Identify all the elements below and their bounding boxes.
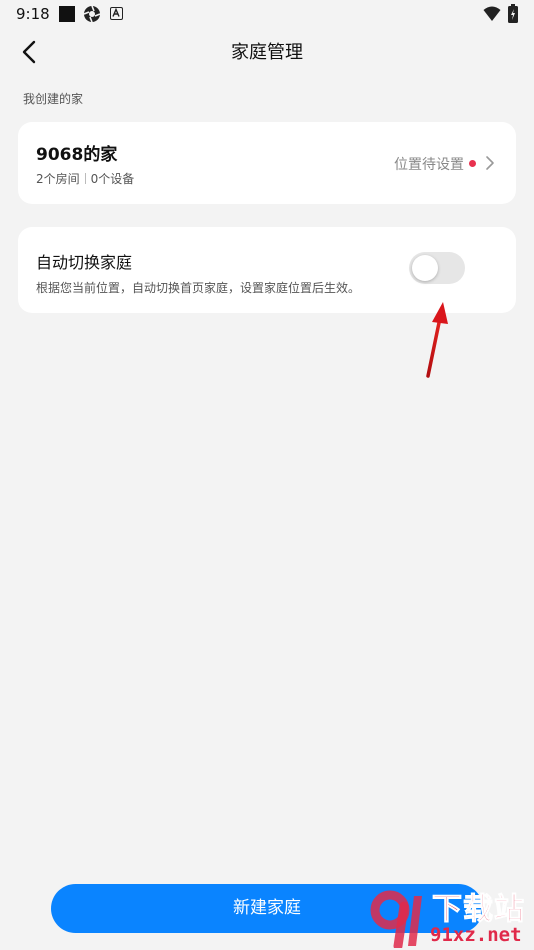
room-count: 2个房间 bbox=[36, 172, 80, 186]
auto-switch-description: 根据您当前位置，自动切换首页家庭，设置家庭位置后生效。 bbox=[36, 281, 361, 295]
auto-switch-title: 自动切换家庭 bbox=[36, 253, 133, 272]
a-box-icon bbox=[110, 7, 123, 20]
stop-square-icon bbox=[59, 6, 75, 22]
meta-divider bbox=[84, 173, 86, 184]
home-name: 9068的家 bbox=[36, 145, 118, 165]
section-label: 我创建的家 bbox=[23, 92, 84, 106]
status-time: 9:18 bbox=[16, 5, 50, 23]
wifi-icon bbox=[483, 6, 501, 21]
page-title: 家庭管理 bbox=[231, 42, 303, 63]
new-home-button[interactable]: 新建家庭 bbox=[51, 884, 483, 933]
unset-dot-icon bbox=[469, 160, 476, 167]
home-meta: 2个房间 0个设备 bbox=[36, 170, 134, 187]
home-card[interactable]: 9068的家 2个房间 0个设备 位置待设置 bbox=[18, 122, 516, 204]
annotation-arrow-icon bbox=[426, 302, 448, 378]
location-status: 位置待设置 bbox=[394, 157, 464, 173]
battery-charging-icon bbox=[508, 4, 518, 23]
toggle-knob bbox=[412, 255, 438, 281]
device-count: 0个设备 bbox=[90, 172, 135, 186]
app-header: 家庭管理 bbox=[0, 28, 534, 74]
status-bar: 9:18 bbox=[0, 0, 534, 28]
chevron-right-icon bbox=[486, 156, 494, 170]
auto-switch-toggle[interactable] bbox=[409, 252, 465, 284]
aperture-icon bbox=[83, 5, 101, 23]
